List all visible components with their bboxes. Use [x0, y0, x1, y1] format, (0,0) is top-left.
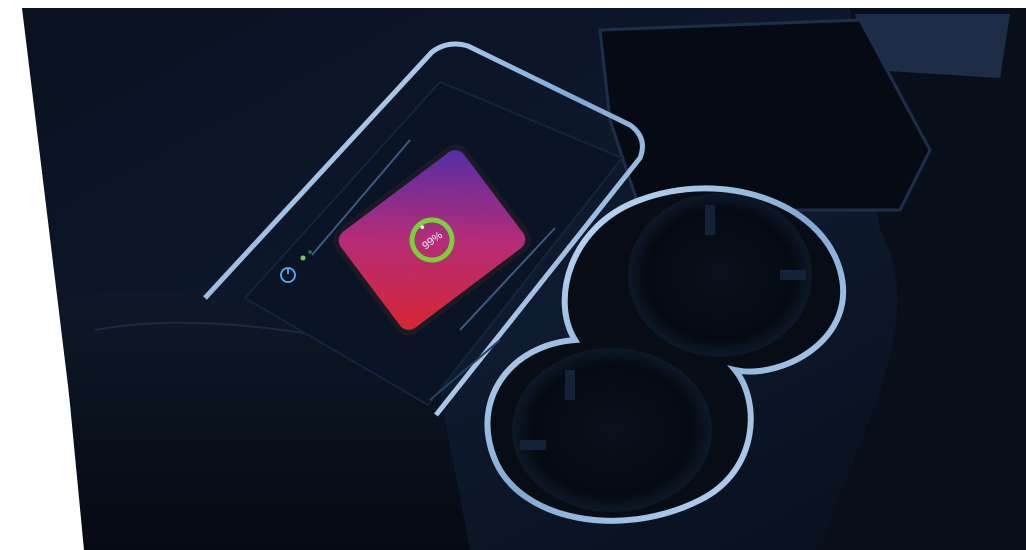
- console-photo: 99%: [0, 0, 1026, 550]
- cupholder-front: [512, 348, 712, 512]
- cupholder-grip: [780, 270, 806, 280]
- cupholder-grip: [565, 370, 575, 400]
- charging-indicator-light: [300, 255, 306, 261]
- status-light: [308, 250, 312, 254]
- cupholder-grip: [705, 205, 715, 235]
- cupholder-grip: [520, 440, 546, 450]
